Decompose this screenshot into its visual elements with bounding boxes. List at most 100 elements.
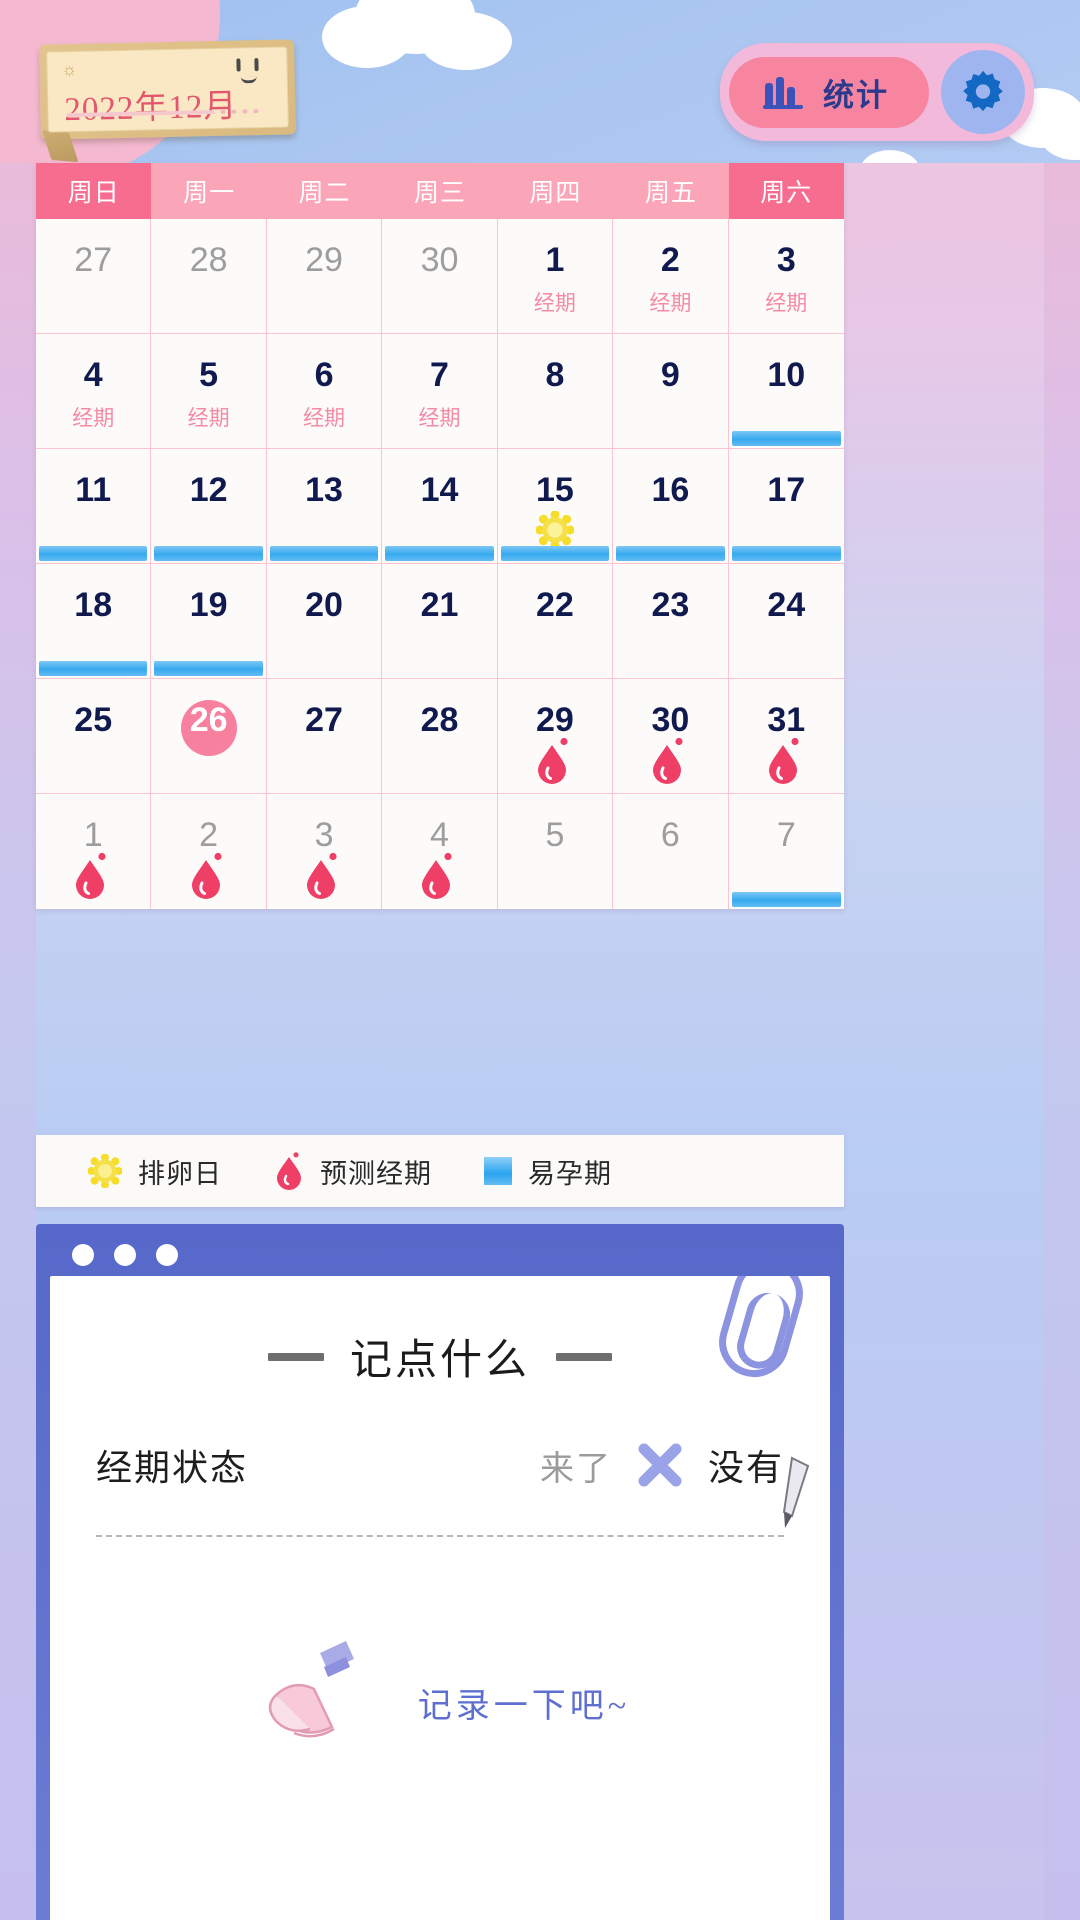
card-dots-decoration — [220, 109, 259, 114]
calendar-day-cell[interactable]: 15 — [497, 449, 614, 564]
fertile-window-bar — [616, 546, 725, 561]
calendar-day-cell[interactable]: 13 — [266, 449, 383, 564]
calendar-day-cell[interactable]: 4 经期 — [36, 334, 152, 449]
statistics-label: 统计 — [823, 77, 889, 113]
calendar-day-cell[interactable]: 5 经期 — [151, 334, 267, 449]
day-number: 25 — [74, 701, 113, 739]
calendar-day-cell[interactable]: 29 — [497, 679, 614, 794]
calendar-day-cell[interactable]: 3 — [266, 794, 383, 909]
period-status-label: 经期状态 — [96, 1447, 249, 1488]
right-edge-decoration — [1044, 0, 1080, 1920]
note-title-row: 记点什么 — [96, 1326, 784, 1387]
calendar-day-cell[interactable]: 10 — [728, 334, 844, 449]
flower-icon — [88, 1154, 122, 1188]
day-number: 9 — [660, 356, 680, 394]
note-divider — [96, 1535, 784, 1537]
period-status-option-none[interactable]: 没有 — [708, 1439, 784, 1491]
calendar-day-cell[interactable]: 6 — [613, 794, 729, 909]
month-selector-card[interactable]: ☼ 2022年12月 — [39, 39, 296, 140]
calendar-day-cell[interactable]: 30 — [382, 219, 498, 334]
calendar-day-cell[interactable]: 28 — [151, 219, 267, 334]
title-dash-left — [267, 1352, 324, 1361]
calendar-day-cell[interactable]: 18 — [36, 564, 152, 679]
calendar-day-cell[interactable]: 9 — [613, 334, 729, 449]
day-number: 1 — [545, 241, 565, 279]
day-number: 21 — [420, 586, 459, 624]
day-number: 13 — [305, 471, 343, 509]
cloud-decoration — [860, 150, 920, 163]
calendar-day-cell[interactable]: 28 — [382, 679, 498, 794]
calendar-day-cell[interactable]: 25 — [36, 679, 152, 794]
calendar-day-cell[interactable]: 30 — [613, 679, 729, 794]
current-month-label: 2022年12月 — [64, 88, 238, 129]
blood-drop-icon — [307, 852, 337, 899]
day-number: 22 — [536, 586, 574, 624]
bar-chart-icon — [763, 77, 803, 109]
cloud-decoration — [420, 12, 512, 70]
calendar-day-cell[interactable]: 29 — [266, 219, 383, 334]
day-number: 30 — [651, 701, 690, 739]
calendar-day-cell[interactable]: 12 — [151, 449, 267, 564]
cloud-decoration — [322, 6, 412, 68]
calendar-day-cell[interactable]: 2 经期 — [613, 219, 729, 334]
settings-button[interactable] — [941, 50, 1025, 134]
calendar-day-cell[interactable]: 21 — [382, 564, 498, 679]
calendar-day-cell[interactable]: 19 — [151, 564, 267, 679]
blood-drop-icon — [537, 737, 568, 784]
month-card-inner: ☼ 2022年12月 — [46, 46, 289, 133]
window-dot-icon — [72, 1244, 94, 1266]
calendar-day-cell[interactable]: 1 — [36, 794, 152, 909]
calendar-day-cell[interactable]: 5 — [497, 794, 614, 909]
note-window: 记点什么 经期状态 来了 没有 记录一下吧~ — [36, 1224, 844, 1920]
day-number: 10 — [767, 356, 806, 394]
calendar-day-cell[interactable]: 8 — [497, 334, 614, 449]
day-number: 31 — [767, 701, 806, 739]
calendar-day-cell[interactable]: 27 — [266, 679, 383, 794]
pencil-icon — [782, 1456, 810, 1528]
calendar-day-cell[interactable]: 7 — [728, 794, 844, 909]
fertile-window-bar — [731, 892, 841, 907]
calendar-day-cell[interactable]: 31 — [728, 679, 844, 794]
weekday-header-sun: 周日 — [36, 163, 152, 219]
calendar-day-cell[interactable]: 4 — [382, 794, 498, 909]
calendar-day-cell[interactable]: 20 — [266, 564, 383, 679]
day-number: 19 — [189, 586, 228, 624]
calendar-day-cell[interactable]: 16 — [613, 449, 729, 564]
day-number: 5 — [545, 816, 565, 854]
weekday-header-fri: 周五 — [613, 163, 729, 219]
calendar: 周日 周一 周二 周三 周四 周五 周六 27 28 29 30 1 经期 2 经期 3 经期 4 经… — [36, 163, 844, 909]
day-period-tag: 经期 — [533, 292, 576, 315]
note-empty-state[interactable]: 记录一下吧~ — [96, 1637, 784, 1767]
scroll-paper-icon — [268, 1641, 354, 1738]
day-number: 17 — [767, 471, 806, 509]
fertile-window-bar — [154, 546, 263, 561]
calendar-day-cell[interactable]: 2 — [151, 794, 267, 909]
calendar-day-cell[interactable]: 27 — [36, 219, 152, 334]
calendar-day-cell[interactable]: 6 经期 — [266, 334, 383, 449]
calendar-day-cell[interactable]: 24 — [728, 564, 844, 679]
smiley-face-icon — [232, 58, 271, 85]
calendar-day-cell[interactable]: 14 — [382, 449, 498, 564]
calendar-day-cell[interactable]: 17 — [728, 449, 844, 564]
day-period-tag: 经期 — [187, 407, 230, 430]
weekday-header-tue: 周二 — [266, 163, 383, 219]
day-number: 6 — [660, 816, 680, 854]
weekday-header-wed: 周三 — [382, 163, 498, 219]
calendar-day-cell[interactable]: 7 经期 — [382, 334, 498, 449]
fertile-window-bar — [39, 546, 148, 561]
period-status-option-came[interactable]: 来了 — [540, 1441, 612, 1490]
blood-drop-icon — [191, 852, 222, 899]
calendar-day-cell[interactable]: 3 经期 — [728, 219, 844, 334]
day-period-tag: 经期 — [72, 407, 115, 430]
stats-pill-container: 统计 — [720, 43, 1034, 141]
app-root: ☼ 2022年12月 统计 周日 周一 周二 周三 周四 周五 周六 27 28… — [0, 0, 1080, 1920]
day-number: 8 — [545, 356, 565, 394]
calendar-day-cell[interactable]: 26 — [151, 679, 267, 794]
calendar-day-cell[interactable]: 22 — [497, 564, 614, 679]
calendar-day-cell[interactable]: 1 经期 — [497, 219, 614, 334]
statistics-button[interactable]: 统计 — [729, 56, 929, 128]
calendar-day-cell[interactable]: 23 — [613, 564, 729, 679]
calendar-day-cell[interactable]: 11 — [36, 449, 152, 564]
day-number: 23 — [651, 586, 690, 624]
day-number: 1 — [83, 816, 103, 854]
